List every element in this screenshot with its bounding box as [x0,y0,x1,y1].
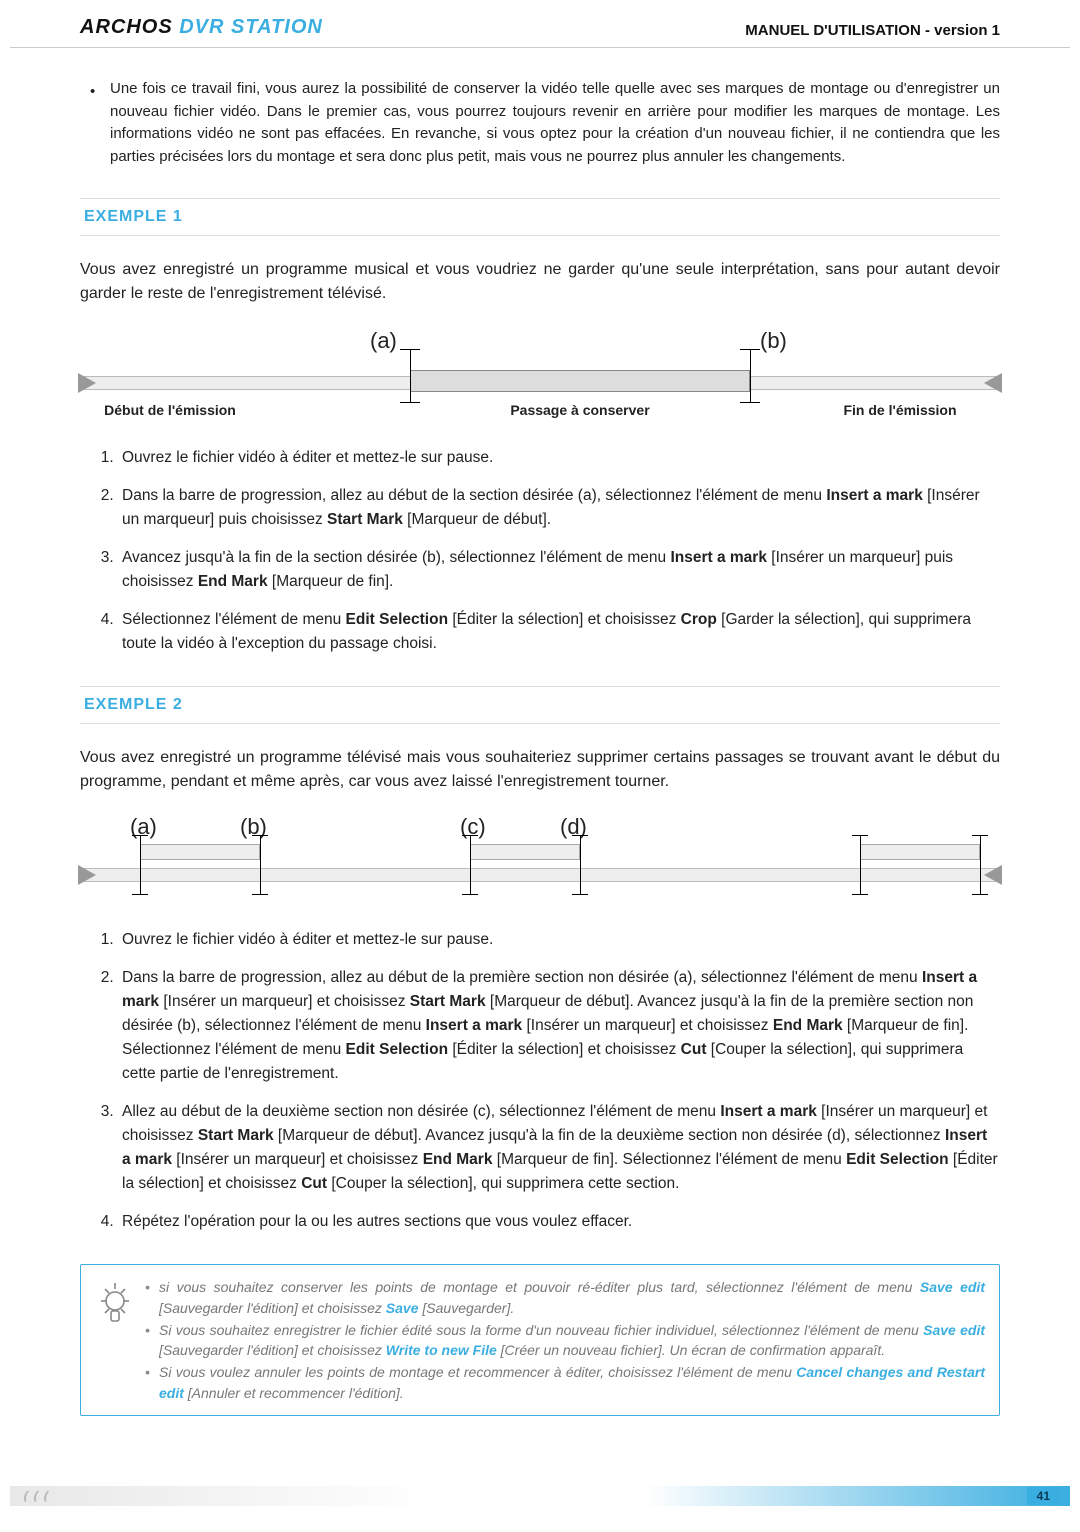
page-header: ARCHOS DVR STATION MANUEL D'UTILISATION … [10,0,1070,48]
ex1-steps: Ouvrez le fichier vidéo à éditer et mett… [118,446,1000,656]
bullet-dot: • [90,78,110,168]
timeline-caption-start: Début de l'émission [50,400,290,421]
timeline-end-arrow-icon [984,865,1002,885]
tip-item: Si vous souhaitez enregistrer le fichier… [145,1320,985,1361]
tip-box: si vous souhaitez conserver les points d… [80,1264,1000,1416]
timeline-label-b: (b) [760,324,787,357]
tip-list: si vous souhaitez conserver les points d… [145,1275,985,1405]
ex1-step: Dans la barre de progression, allez au d… [118,484,1000,532]
timeline-start-arrow-icon [78,373,96,393]
timeline-cut-segment-1 [140,844,260,860]
timeline-marker-b [750,350,751,402]
ex1-step: Ouvrez le fichier vidéo à éditer et mett… [118,446,1000,470]
timeline-marker [140,836,141,894]
ex2-step: Ouvrez le fichier vidéo à éditer et mett… [118,928,1000,952]
ex1-timeline-diagram: (a) (b) Début de l'émission Passage à co… [80,336,1000,426]
timeline-cut-segment-3 [860,844,980,860]
ex2-paragraph: Vous avez enregistré un programme télévi… [80,746,1000,794]
timeline-marker-a [410,350,411,402]
tip-item: Si vous voulez annuler les points de mon… [145,1362,985,1403]
lightbulb-icon [95,1275,145,1405]
brand-product: DVR STATION [179,16,323,38]
ex2-step: Répétez l'opération pour la ou les autre… [118,1210,1000,1234]
brand-archos: ARCHOS [80,16,173,38]
timeline-marker [470,836,471,894]
timeline-label-a: (a) [130,810,157,843]
timeline-start-arrow-icon [78,865,96,885]
timeline-label-a: (a) [370,324,397,357]
timeline-keep-segment [410,370,750,392]
ex2-step: Dans la barre de progression, allez au d… [118,966,1000,1086]
ex2-steps: Ouvrez le fichier vidéo à éditer et mett… [118,928,1000,1234]
timeline-caption-end: Fin de l'émission [780,400,1020,421]
section-title-ex2: EXEMPLE 2 [80,686,1000,724]
intro-bullet: • Une fois ce travail fini, vous aurez l… [90,78,1000,168]
ex2-timeline-diagram: (a) (b) (c) (d) [80,818,1000,908]
timeline-label-d: (d) [560,810,587,843]
section-title-ex1: EXEMPLE 1 [80,198,1000,236]
timeline-caption-keep: Passage à conserver [460,400,700,421]
doc-title: MANUEL D'UTILISATION - version 1 [745,22,1000,39]
ex1-step: Sélectionnez l'élément de menu Edit Sele… [118,608,1000,656]
timeline-cut-segment-2 [470,844,580,860]
tip-item: si vous souhaitez conserver les points d… [145,1277,985,1318]
timeline-track [80,868,1000,882]
footer-left-deco: ❪❪❪ [20,1489,50,1503]
timeline-marker [860,836,861,894]
timeline-label-b: (b) [240,810,267,843]
page-footer: ❪❪❪ 41 [10,1486,1070,1506]
timeline-marker [260,836,261,894]
timeline-marker [580,836,581,894]
ex1-paragraph: Vous avez enregistré un programme musica… [80,258,1000,306]
timeline-end-arrow-icon [984,373,1002,393]
ex1-step: Avancez jusqu'à la fin de la section dés… [118,546,1000,594]
ex2-step: Allez au début de la deuxième section no… [118,1100,1000,1196]
page-body: • Une fois ce travail fini, vous aurez l… [10,48,1070,1446]
timeline-label-c: (c) [460,810,486,843]
intro-text: Une fois ce travail fini, vous aurez la … [110,78,1000,168]
page-number: 41 [1027,1487,1060,1505]
brand: ARCHOS DVR STATION [80,16,323,39]
timeline-marker [980,836,981,894]
